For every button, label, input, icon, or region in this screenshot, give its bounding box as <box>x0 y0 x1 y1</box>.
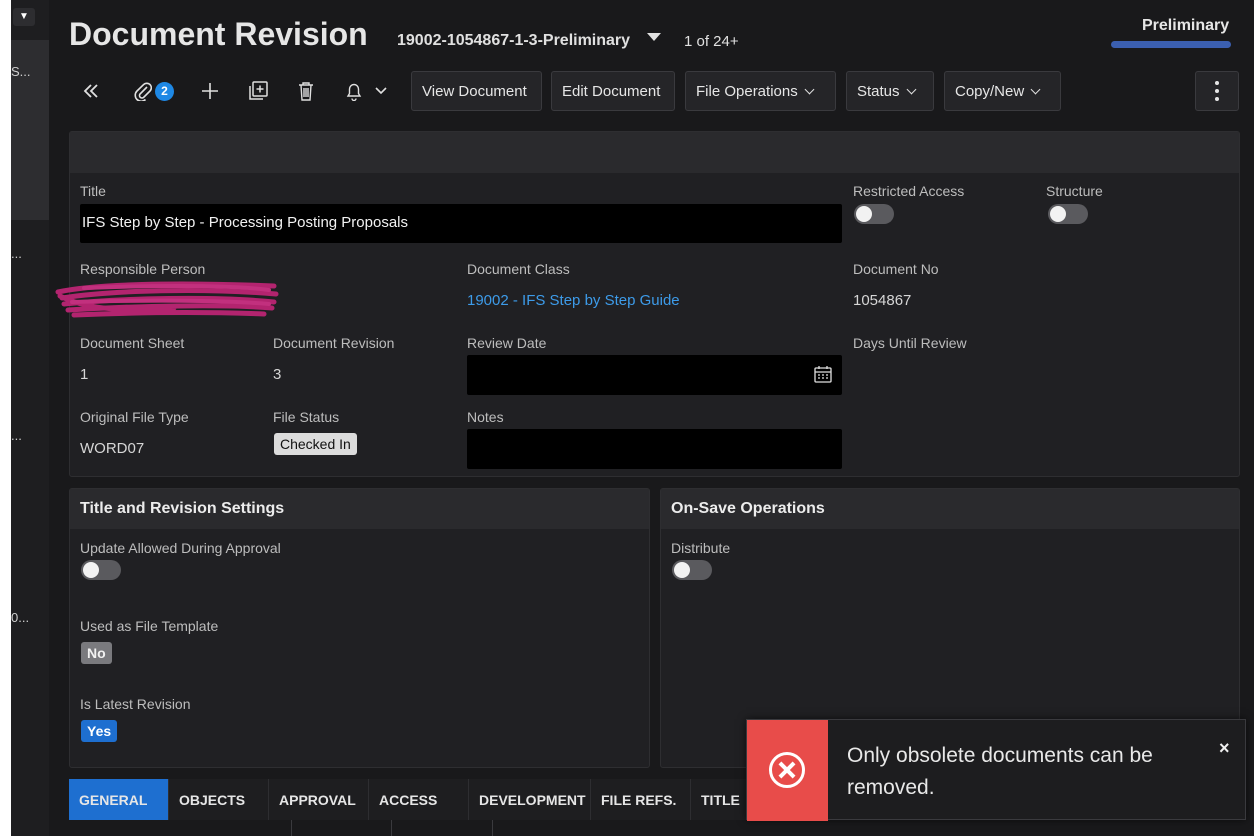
restricted-access-label: Restricted Access <box>853 183 965 199</box>
left-edge <box>0 0 11 836</box>
chevron-down-icon <box>804 84 815 94</box>
days-until-review-label: Days Until Review <box>853 335 967 351</box>
original-file-type-label: Original File Type <box>80 409 189 425</box>
status-label: Status <box>857 82 900 100</box>
header-card-strip <box>70 132 1239 173</box>
bell-icon <box>346 83 362 101</box>
calendar-icon[interactable] <box>814 365 832 388</box>
panel-title: On-Save Operations <box>671 500 825 517</box>
left-navigator: ▼ S... ... ... 0... <box>11 0 49 836</box>
state-indicator-bar <box>1111 41 1231 48</box>
page-title: Document Revision <box>69 16 368 52</box>
notes-label: Notes <box>467 409 504 425</box>
title-label: Title <box>80 183 106 199</box>
tab-approval[interactable]: APPROVAL <box>269 779 369 820</box>
tab-access[interactable]: ACCESS <box>369 779 469 820</box>
file-template-badge: No <box>81 642 112 664</box>
file-status-label: File Status <box>273 409 340 425</box>
caret-down-icon[interactable] <box>647 33 661 41</box>
toast-message: Only obsolete documents can be removed. <box>847 744 1153 799</box>
title-revision-settings-panel: Title and Revision Settings Update Allow… <box>69 488 650 768</box>
close-icon[interactable]: × <box>1219 738 1230 759</box>
toast-icon-area <box>747 720 828 821</box>
restricted-access-toggle[interactable] <box>854 204 894 224</box>
paperclip-icon <box>134 82 152 101</box>
document-revision-label: Document Revision <box>273 335 395 351</box>
edit-document-label: Edit Document <box>562 82 661 100</box>
structure-label: Structure <box>1046 183 1103 199</box>
document-class-link[interactable]: 19002 - IFS Step by Step Guide <box>467 292 680 309</box>
record-selector[interactable]: 19002-1054867-1-3-Preliminary <box>397 32 630 50</box>
status-button[interactable]: Status <box>846 71 934 111</box>
attachments-count-badge: 2 <box>155 81 174 101</box>
notes-field[interactable] <box>467 429 842 469</box>
document-sheet-label: Document Sheet <box>80 335 185 351</box>
review-date-label: Review Date <box>467 335 547 351</box>
tab-general[interactable]: GENERAL <box>69 779 169 820</box>
record-count: 1 of 24+ <box>684 33 739 50</box>
chevron-down-icon <box>906 84 916 94</box>
view-document-label: View Document <box>422 82 527 100</box>
file-operations-label: File Operations <box>696 82 798 100</box>
copy-new-label: Copy/New <box>955 82 1025 100</box>
latest-revision-badge: Yes <box>81 720 118 742</box>
tab-development[interactable]: DEVELOPMENT <box>469 779 591 820</box>
tab-divider <box>69 820 292 836</box>
chevron-down-icon <box>375 87 387 95</box>
document-sheet-value: 1 <box>80 366 89 383</box>
file-status-badge: Checked In <box>274 433 357 455</box>
original-file-type-value: WORD07 <box>80 440 145 457</box>
tab-file-refs[interactable]: FILE REFS. <box>591 779 691 820</box>
chevron-down-icon <box>1030 84 1041 94</box>
more-options-icon[interactable] <box>1195 71 1239 111</box>
tab-divider <box>292 820 392 836</box>
structure-toggle[interactable] <box>1048 204 1088 224</box>
tab-divider <box>392 820 493 836</box>
navigator-item-2[interactable]: ... <box>11 246 22 261</box>
state-indicator-label: Preliminary <box>1142 17 1230 34</box>
tab-objects[interactable]: OBJECTS <box>169 779 269 820</box>
document-no-value: 1054867 <box>853 292 912 309</box>
document-class-label: Document Class <box>467 261 570 277</box>
navigator-item-4[interactable]: 0... <box>11 610 29 625</box>
latest-revision-label: Is Latest Revision <box>80 696 191 712</box>
notifications-button[interactable] <box>343 78 389 104</box>
document-no-label: Document No <box>853 261 939 277</box>
file-operations-button[interactable]: File Operations <box>685 71 836 111</box>
redaction-scribble <box>55 281 279 318</box>
file-template-label: Used as File Template <box>80 618 219 634</box>
navigator-item-3[interactable]: ... <box>11 428 22 443</box>
trash-icon[interactable] <box>296 78 316 104</box>
update-allowed-label: Update Allowed During Approval <box>80 540 281 556</box>
double-chevron-left-icon[interactable] <box>79 78 103 104</box>
duplicate-icon[interactable] <box>247 78 269 104</box>
panel-title: Title and Revision Settings <box>80 500 285 517</box>
error-toast: Only obsolete documents can be removed. … <box>746 719 1246 821</box>
copy-new-button[interactable]: Copy/New <box>944 71 1061 111</box>
responsible-person-label: Responsible Person <box>80 261 206 277</box>
error-circle-x-icon <box>769 752 805 788</box>
distribute-toggle[interactable] <box>672 560 712 580</box>
navigator-item-1[interactable]: S... <box>11 64 31 79</box>
distribute-label: Distribute <box>671 540 731 556</box>
edit-document-button[interactable]: Edit Document <box>551 71 675 111</box>
attachments-button[interactable]: 2 <box>131 78 177 104</box>
navigator-collapse-button[interactable]: ▼ <box>13 8 35 26</box>
title-value: IFS Step by Step - Processing Posting Pr… <box>82 214 408 231</box>
main-content: Document Revision 19002-1054867-1-3-Prel… <box>49 0 1254 836</box>
navigator-header: ▼ <box>11 0 49 40</box>
document-revision-value: 3 <box>273 366 282 383</box>
review-date-field[interactable] <box>467 355 842 395</box>
update-allowed-toggle[interactable] <box>81 560 121 580</box>
plus-icon[interactable] <box>199 78 221 104</box>
view-document-button[interactable]: View Document <box>411 71 542 111</box>
